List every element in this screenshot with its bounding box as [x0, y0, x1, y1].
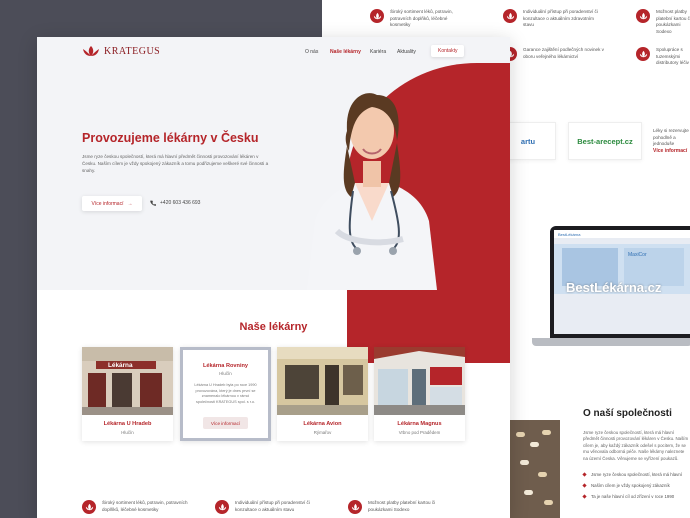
- pharmacy-sign-text: Lékárna: [108, 362, 133, 369]
- about-text: Jsme ryze českou společností, která má h…: [583, 430, 689, 461]
- logo[interactable]: KRATEGUS: [82, 45, 160, 57]
- back-feature: Spolupráce s tuzemskými distributory léč…: [636, 47, 690, 67]
- lotus-icon: [82, 500, 96, 514]
- pharmacy-name: Lékárna Avion: [303, 421, 342, 427]
- pharmacy-city: Rýmařov: [313, 430, 332, 435]
- pills-photo: [510, 420, 560, 518]
- pharmacy-photo: [277, 347, 368, 415]
- feature-text: Garance zajištění podlečných novinek v o…: [523, 47, 604, 59]
- lotus-logo-icon: [83, 46, 99, 56]
- lotus-icon: [636, 47, 650, 61]
- lotus-icon: [636, 9, 650, 23]
- feature-item: Možnost platby platební kartou či poukáz…: [348, 500, 458, 514]
- hero-text: Jsme ryze českou společností, která má h…: [82, 154, 269, 173]
- lotus-icon: [503, 9, 517, 23]
- contact-button[interactable]: Kontakty: [431, 45, 465, 57]
- partner-logo[interactable]: Best-arecept.cz: [568, 122, 642, 160]
- more-info-button[interactable]: Více informací →: [82, 196, 142, 211]
- logo-text: KRATEGUS: [104, 45, 161, 57]
- lotus-icon: [215, 500, 229, 514]
- bullet-icon: [582, 494, 587, 499]
- pharmacy-city: Hlučín: [121, 430, 134, 435]
- arrow-right-icon: →: [127, 200, 133, 207]
- feature-text: Individuální přístup při poradenství či …: [523, 9, 598, 27]
- bullet-icon: [582, 483, 587, 488]
- lotus-icon: [348, 500, 362, 514]
- bullet-icon: [582, 472, 587, 477]
- back-feature: Individuální přístup při poradenství či …: [503, 9, 603, 29]
- laptop-mockup: BestLékárna MaxiCor BestLékárna.cz: [532, 226, 690, 348]
- partner-description: Léky si rezervujte pohodlně a jednoduše: [653, 128, 689, 146]
- pharmacy-city: Hlučín: [219, 371, 232, 376]
- button-label: Více informací: [91, 200, 124, 207]
- feature-text: Individuální přístup při poradenství či …: [235, 500, 310, 512]
- about-list-item: Ta je naše hlavní cíl od zřízení v roce …: [582, 494, 674, 499]
- pharmacy-photo: [374, 347, 465, 415]
- partner-more-link[interactable]: Více informací: [653, 148, 687, 154]
- phone-contact[interactable]: +420 603 436 693: [150, 200, 200, 206]
- pharmacy-name: Lékárna Magnus: [397, 421, 442, 427]
- back-feature: Garance zajištění podlečných novinek v o…: [503, 47, 613, 61]
- phone-icon: [150, 200, 156, 206]
- laptop-brand-text: BestLékárna.cz: [566, 280, 662, 295]
- about-title: O naší společnosti: [583, 408, 672, 419]
- feature-text: Široký sortiment léků, potravin, potravn…: [390, 9, 453, 27]
- pharmacy-more-button[interactable]: Více informací: [203, 417, 248, 429]
- pharmacy-name: Lékárna U Hradeb: [103, 421, 152, 427]
- feature-text: Možnost platby platební kartou či poukáz…: [656, 9, 690, 34]
- feature-text: Široký sortiment léků, potravin, potravn…: [102, 500, 188, 512]
- about-list-item: Naším cílem je vždy spokojený zákazník: [582, 483, 670, 488]
- partner-logo-text: artu: [520, 136, 536, 146]
- nav-item-kariera[interactable]: Kariéra: [370, 49, 386, 55]
- nav-item-nase-lekarny[interactable]: Naše lékárny: [330, 49, 361, 55]
- laptop-site-header: BestLékárna: [554, 230, 690, 238]
- pharmacy-city: Vrbno pod Pradědem: [398, 430, 441, 435]
- laptop-base: [532, 338, 690, 346]
- pharmacy-card[interactable]: Lékárna Magnus Vrbno pod Pradědem: [374, 347, 465, 441]
- partner-logo-text: Best-arecept.cz: [577, 136, 633, 146]
- feature-text: Spolupráce s tuzemskými distributory léč…: [656, 47, 689, 65]
- nav-item-o-nas[interactable]: O nás: [305, 49, 318, 55]
- pharmacy-card-active[interactable]: Lékárna Rovniny Hlučín Lékárna U Hradeb …: [180, 347, 271, 441]
- front-page-preview: KRATEGUS O nás Naše lékárny Kariéra Aktu…: [37, 37, 510, 518]
- pharmacy-card[interactable]: Lékárna Lékárna U Hradeb Hlučín: [82, 347, 173, 441]
- top-navigation: KRATEGUS O nás Naše lékárny Kariéra Aktu…: [37, 37, 510, 67]
- hero-title: Provozujeme lékárny v Česku: [82, 131, 259, 145]
- phone-number: +420 603 436 693: [160, 200, 201, 206]
- pharmacy-photo: [82, 347, 173, 415]
- feature-item: Individuální přístup při poradenství či …: [215, 500, 325, 514]
- feature-text: Možnost platby platební kartou či poukáz…: [368, 500, 436, 512]
- laptop-site: BestLékárna MaxiCor BestLékárna.cz: [554, 230, 690, 334]
- lotus-icon: [370, 9, 384, 23]
- laptop-screen: BestLékárna MaxiCor BestLékárna.cz: [550, 226, 690, 338]
- pharmacy-description: Lékárna U Hradeb byla po roce 1990 provo…: [194, 383, 257, 404]
- pharmacy-name: Lékárna Rovniny: [202, 363, 249, 369]
- feature-item: Široký sortiment léků, potravin, potravn…: [82, 500, 192, 514]
- about-list-item: Jsme ryze českou společností, která má h…: [582, 472, 682, 477]
- nav-item-aktuality[interactable]: Aktuality: [397, 49, 416, 55]
- pharmacist-photo: [307, 93, 437, 290]
- pharmacy-card[interactable]: Lékárna Avion Rýmařov: [277, 347, 368, 441]
- back-feature: Široký sortiment léků, potravin, potravn…: [370, 9, 460, 29]
- back-feature: Možnost platby platební kartou či poukáz…: [636, 9, 690, 35]
- pharmacies-section-title: Naše lékárny: [239, 321, 308, 333]
